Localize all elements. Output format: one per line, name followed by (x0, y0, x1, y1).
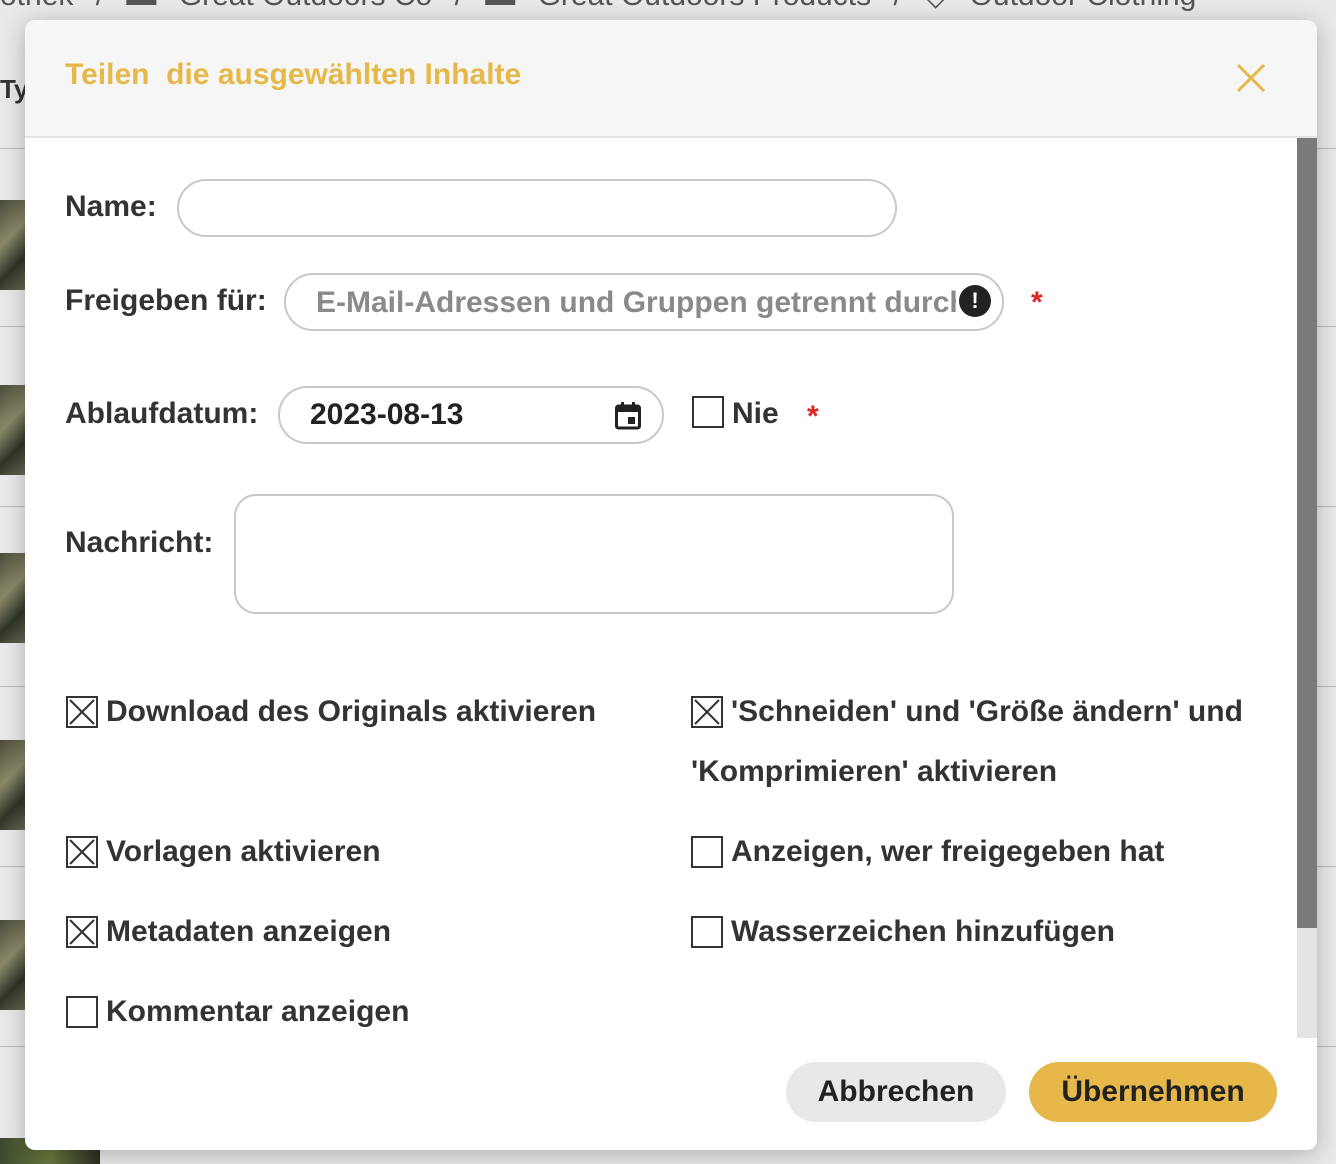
background-thumbnail[interactable] (0, 553, 26, 643)
checkbox-checked-icon (69, 839, 95, 865)
enable-templates-checkbox[interactable] (66, 836, 98, 868)
name-label: Name: (65, 190, 157, 223)
background-thumbnail[interactable] (0, 740, 26, 830)
expiry-date-input[interactable]: 2023-08-13 (278, 386, 664, 444)
show-sharer-label: Anzeigen, wer freigegeben hat (731, 835, 1165, 868)
share-dialog: Teilen die ausgewählten Inhalte Name: Fr… (25, 20, 1317, 1150)
never-expire-checkbox[interactable] (692, 396, 724, 428)
show-comment-checkbox[interactable] (66, 996, 98, 1028)
checkbox-checked-icon (694, 699, 720, 725)
show-metadata-label: Metadaten anzeigen (106, 915, 392, 948)
show-comment-label: Kommentar anzeigen (106, 995, 410, 1028)
name-input[interactable] (177, 179, 897, 237)
dialog-header: Teilen die ausgewählten Inhalte (25, 20, 1317, 138)
crop-resize-compress-label-line2: 'Komprimieren' aktivieren (691, 755, 1058, 788)
cancel-button[interactable]: Abbrechen (786, 1062, 1006, 1122)
folder-icon: ▬ (126, 0, 156, 12)
share-label: Freigeben für: (65, 284, 267, 317)
expiry-label: Ablaufdatum: (65, 397, 259, 430)
apply-button[interactable]: Übernehmen (1029, 1062, 1277, 1122)
crop-resize-compress-label-line1: 'Schneiden' und 'Größe ändern' und (731, 695, 1243, 728)
message-label: Nachricht: (65, 526, 214, 559)
checkbox-checked-icon (69, 699, 95, 725)
background-thumbnail[interactable] (0, 920, 26, 1010)
never-expire-label: Nie (732, 397, 779, 430)
share-recipients-input[interactable]: E-Mail-Adressen und Gruppen getrennt dur… (284, 273, 1004, 331)
enable-templates-label: Vorlagen aktivieren (106, 835, 381, 868)
calendar-icon[interactable] (615, 402, 641, 430)
share-recipients-placeholder: E-Mail-Adressen und Gruppen getrennt dur… (316, 286, 956, 319)
add-watermark-checkbox[interactable] (691, 916, 723, 948)
breadcrumb-separator: / (893, 0, 901, 12)
show-metadata-checkbox[interactable] (66, 916, 98, 948)
background-breadcrumb: otnek / ▬ Great Outdoors Co / ▬ Great Ou… (0, 0, 1336, 18)
breadcrumb-item[interactable]: Outdoor Clothing (970, 0, 1197, 12)
breadcrumb-item[interactable]: otnek (0, 0, 73, 12)
scrollbar-thumb[interactable] (1297, 138, 1317, 928)
download-original-label: Download des Originals aktivieren (106, 695, 597, 728)
background-thumbnail[interactable] (0, 200, 26, 290)
show-sharer-checkbox[interactable] (691, 836, 723, 868)
collection-icon: ◇ (924, 0, 947, 12)
breadcrumb-item[interactable]: Great Outdoors Co (179, 0, 432, 12)
close-icon (1236, 63, 1266, 93)
info-icon[interactable]: ! (959, 285, 991, 317)
add-watermark-label: Wasserzeichen hinzufügen (731, 915, 1115, 948)
download-original-checkbox[interactable] (66, 696, 98, 728)
required-marker: * (1031, 286, 1043, 319)
breadcrumb-separator: / (455, 0, 463, 12)
required-marker: * (807, 400, 819, 433)
close-button[interactable] (1233, 60, 1269, 96)
expiry-date-value: 2023-08-13 (310, 398, 464, 431)
breadcrumb-item[interactable]: Great Outdoors Products (538, 0, 872, 12)
folder-icon: ▬ (485, 0, 515, 12)
crop-resize-compress-checkbox[interactable] (691, 696, 723, 728)
background-thumbnail[interactable] (0, 385, 26, 475)
dialog-title: Teilen die ausgewählten Inhalte (65, 58, 522, 91)
message-textarea[interactable] (234, 494, 954, 614)
checkbox-checked-icon (69, 919, 95, 945)
breadcrumb-separator: / (96, 0, 104, 12)
